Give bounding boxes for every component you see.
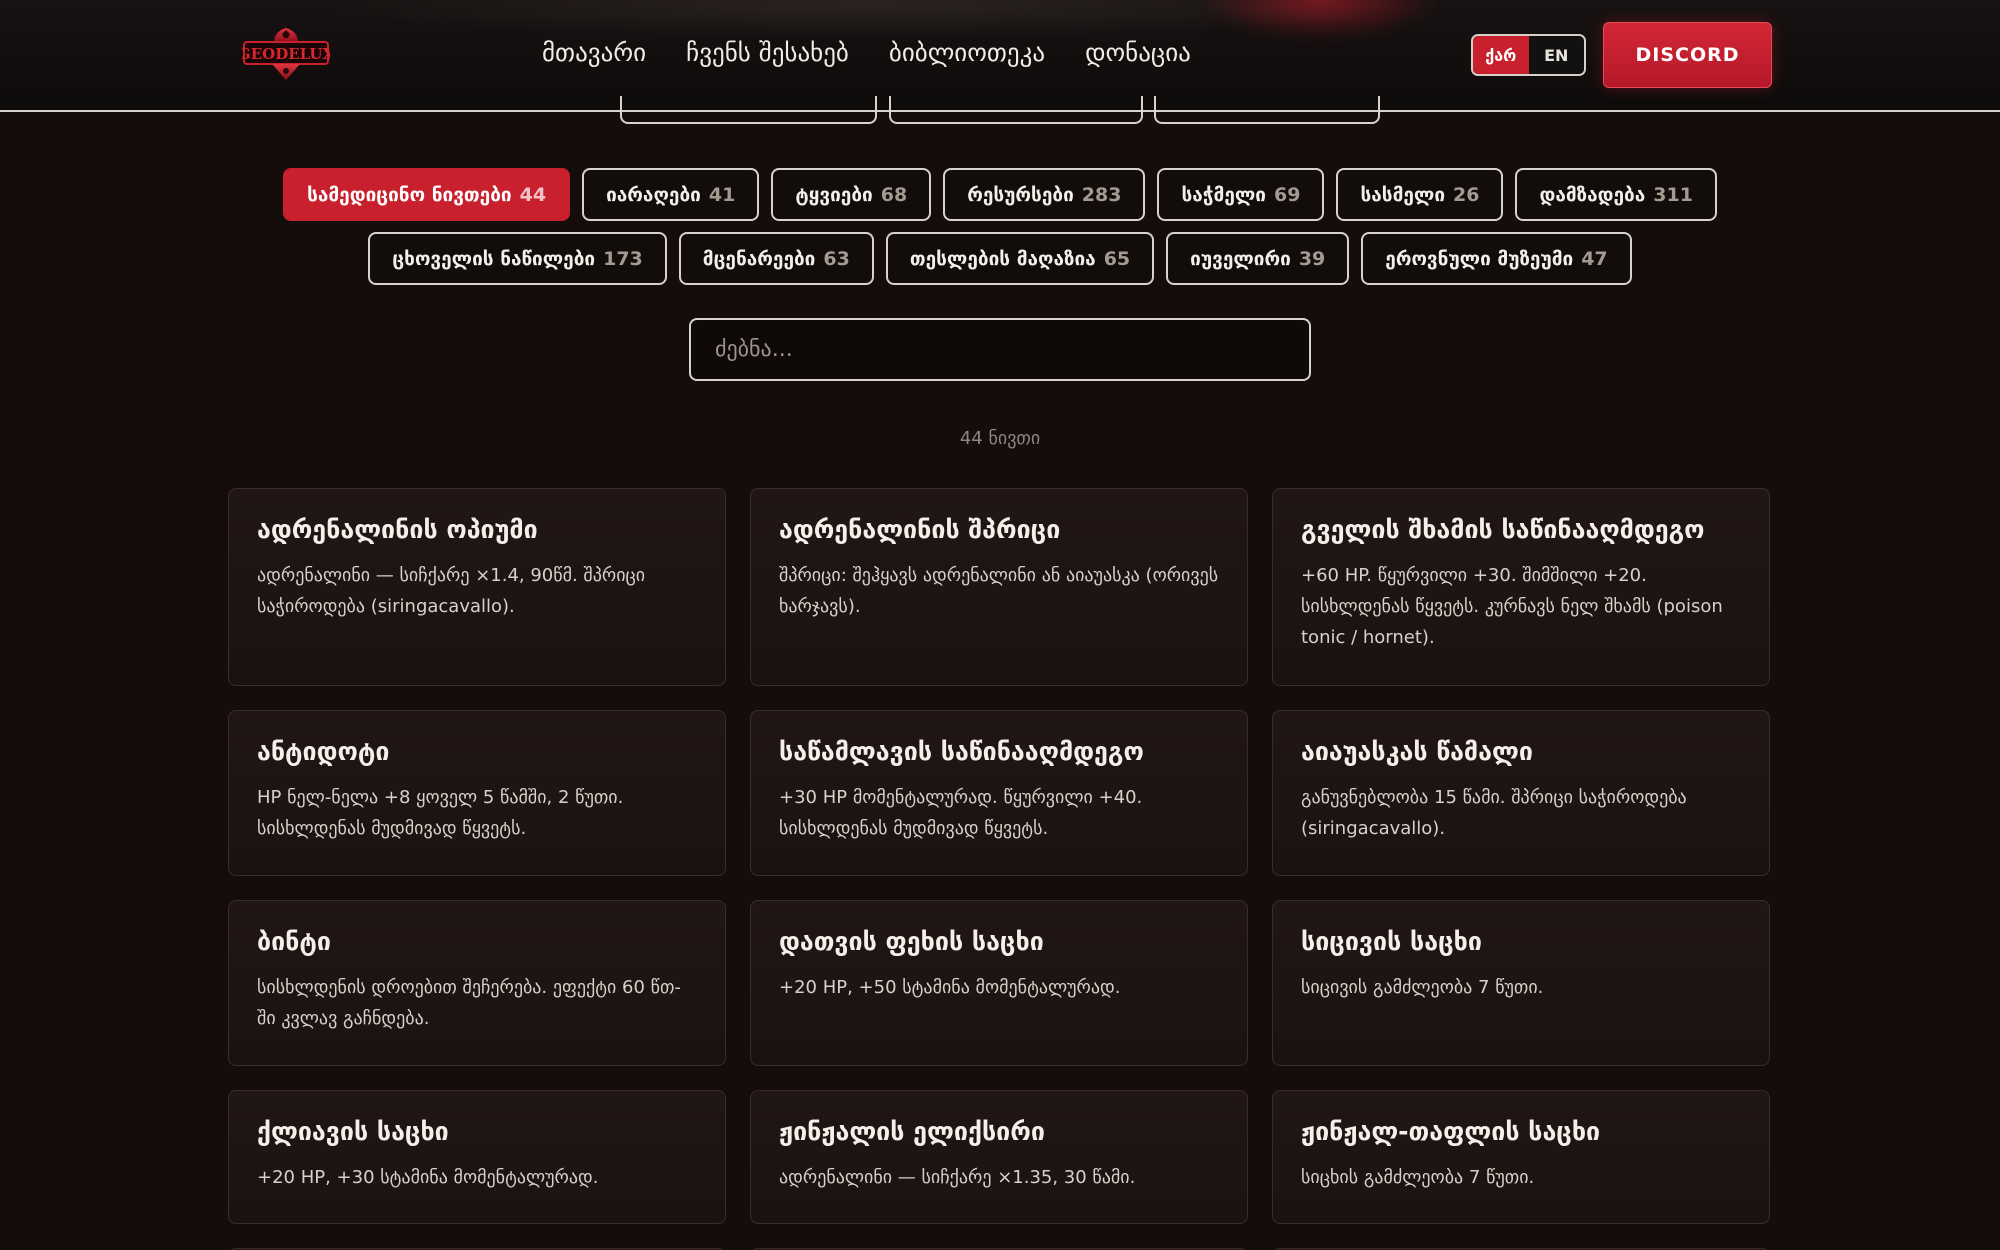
category-count: 26 (1453, 183, 1480, 206)
item-title: აიაუასკას წამალი (1301, 737, 1533, 766)
category-resources[interactable]: რესურსები 283 (943, 168, 1146, 221)
geodelux-logo[interactable]: GEODELUX (242, 26, 330, 82)
category-national-museum[interactable]: ეროვნული მუზეუმი 47 (1361, 232, 1632, 285)
item-card[interactable]: ჟინჟალის ელიქსირი ადრენალინი — სიჩქარე ×1… (750, 1090, 1248, 1224)
item-description: სისხლდენის დროებით შეჩერება. ეფექტი 60 წ… (257, 977, 681, 1029)
category-label: იარაღები (606, 183, 701, 206)
lang-georgian-button[interactable]: ქარ (1473, 36, 1529, 74)
item-description: HP ნელ-ნელა +8 ყოველ 5 წამში, 2 წუთი. სი… (257, 787, 624, 839)
item-title: საწამლავის საწინააღმდეგო (779, 737, 1144, 766)
category-plants[interactable]: მცენარეები 63 (678, 232, 874, 285)
category-label: იუველირი (1190, 247, 1291, 270)
item-card[interactable]: ჟინჟალ-თაფლის საცხი სიცხის გამძლეობა 7 წუ… (1272, 1090, 1770, 1224)
item-description: განუვნებლობა 15 წამი. შპრიცი საჭიროდება … (1301, 787, 1687, 839)
item-description: სიცივის გამძლეობა 7 წუთი. (1301, 977, 1544, 998)
category-ammo[interactable]: ტყვიები 68 (771, 168, 932, 221)
discord-button[interactable]: DISCORD (1603, 22, 1772, 88)
item-card[interactable]: სიცივის საცხი სიცივის გამძლეობა 7 წუთი. (1272, 900, 1770, 1066)
item-description: +20 HP, +30 სტამინა მომენტალურად. (257, 1167, 599, 1188)
item-card[interactable]: გველის შხამის საწინააღმდეგო +60 HP. წყურვ… (1272, 488, 1770, 686)
item-description: ადრენალინი — სიჩქარე ×1.35, 30 წამი. (779, 1167, 1136, 1188)
item-title: სიცივის საცხი (1301, 927, 1482, 956)
category-animal-parts[interactable]: ცხოველის ნაწილები 173 (368, 232, 667, 285)
category-row-1: სამედიცინო ნივთები 44 იარაღები 41 ტყვიები 6… (0, 168, 2000, 221)
category-count: 41 (708, 183, 736, 206)
hidden-subcategory-pill (889, 96, 1143, 124)
category-label: სამედიცინო ნივთები (307, 183, 512, 206)
item-card[interactable]: საწამლავის საწინააღმდეგო +30 HP მომენტალუ… (750, 710, 1248, 876)
item-description: შპრიცი: შეჰყავს ადრენალინი ან აიაუასკა (… (779, 565, 1219, 617)
item-title: ჟინჟალ-თაფლის საცხი (1301, 1117, 1601, 1146)
category-label: ტყვიები (795, 183, 873, 206)
category-label: რესურსები (967, 183, 1074, 206)
item-card[interactable]: ადრენალინის შპრიცი შპრიცი: შეჰყავს ადრენა… (750, 488, 1248, 686)
category-count: 47 (1581, 247, 1608, 270)
category-count: 283 (1081, 183, 1122, 206)
item-card[interactable]: ადრენალინის ოპიუმი ადრენალინი — სიჩქარე ×… (228, 488, 726, 686)
items-grid: ადრენალინის ოპიუმი ადრენალინი — სიჩქარე ×… (228, 488, 1772, 1250)
nav-library[interactable]: ბიბლიოთეკა (889, 38, 1045, 67)
item-card[interactable]: დათვის ფეხის საცხი +20 HP, +50 სტამინა მო… (750, 900, 1248, 1066)
category-count: 65 (1103, 247, 1131, 270)
category-label: სასმელი (1360, 183, 1446, 206)
search-input[interactable] (689, 318, 1311, 381)
category-jeweler[interactable]: იუველირი 39 (1166, 232, 1350, 285)
nav-donation[interactable]: დონაცია (1085, 38, 1191, 67)
hidden-subcategory-pill (620, 96, 877, 124)
item-card[interactable]: ქლიავის საცხი +20 HP, +30 სტამინა მომენტა… (228, 1090, 726, 1224)
category-label: ცხოველის ნაწილები (392, 247, 596, 270)
category-count: 173 (603, 247, 643, 270)
logo-text: GEODELUX (242, 45, 330, 63)
item-title: ქლიავის საცხი (257, 1117, 449, 1146)
item-title: ადრენალინის შპრიცი (779, 515, 1061, 544)
item-card[interactable]: ბინტი სისხლდენის დროებით შეჩერება. ეფექტი… (228, 900, 726, 1066)
category-food[interactable]: საჭმელი 69 (1157, 168, 1325, 221)
hidden-subcategory-pill (1154, 96, 1380, 124)
category-count: 68 (880, 183, 908, 206)
category-weapons[interactable]: იარაღები 41 (582, 168, 760, 221)
item-title: ანტიდოტი (257, 737, 390, 766)
item-description: +20 HP, +50 სტამინა მომენტალურად. (779, 977, 1121, 998)
category-count: 44 (519, 183, 547, 206)
item-description: სიცხის გამძლეობა 7 წუთი. (1301, 1167, 1535, 1188)
category-seed-shop[interactable]: თესლების მაღაზია 65 (885, 232, 1155, 285)
category-crafting[interactable]: დამზადება 311 (1515, 168, 1717, 221)
category-label: საჭმელი (1181, 183, 1266, 206)
category-count: 311 (1653, 183, 1693, 206)
nav-about[interactable]: ჩვენს შესახებ (686, 38, 849, 67)
nav-home[interactable]: მთავარი (542, 38, 646, 67)
category-row-2: ცხოველის ნაწილები 173 მცენარეები 63 თესლებ… (0, 232, 2000, 285)
category-medical[interactable]: სამედიცინო ნივთები 44 (283, 168, 571, 221)
header-red-glow (1200, 0, 1440, 40)
language-switch: ქარ EN (1471, 34, 1586, 76)
category-label: მცენარეები (702, 247, 816, 270)
item-title: ჟინჟალის ელიქსირი (779, 1117, 1045, 1146)
category-label: დამზადება (1539, 183, 1646, 206)
item-description: +30 HP მომენტალურად. წყურვილი +40. სისხლ… (779, 787, 1143, 839)
item-title: ადრენალინის ოპიუმი (257, 515, 538, 544)
main-nav: მთავარი ჩვენს შესახებ ბიბლიოთეკა დონაცია (542, 38, 1191, 67)
category-label: თესლების მაღაზია (909, 247, 1096, 270)
category-label: ეროვნული მუზეუმი (1385, 247, 1574, 270)
category-count: 69 (1274, 183, 1301, 206)
category-count: 63 (823, 247, 850, 270)
item-title: გველის შხამის საწინააღმდეგო (1301, 515, 1705, 544)
category-count: 39 (1298, 247, 1326, 270)
items-count-label: 44 ნივთი (959, 428, 1041, 449)
item-card[interactable]: აიაუასკას წამალი განუვნებლობა 15 წამი. შპ… (1272, 710, 1770, 876)
item-card[interactable]: ანტიდოტი HP ნელ-ნელა +8 ყოველ 5 წამში, 2 … (228, 710, 726, 876)
item-description: ადრენალინი — სიჩქარე ×1.4, 90წმ. შპრიცი … (257, 565, 646, 617)
lang-english-button[interactable]: EN (1528, 36, 1584, 74)
item-title: ბინტი (257, 927, 331, 956)
category-drinks[interactable]: სასმელი 26 (1336, 168, 1504, 221)
item-description: +60 HP. წყურვილი +30. შიმშილი +20. სისხლ… (1301, 565, 1723, 648)
item-title: დათვის ფეხის საცხი (779, 927, 1044, 956)
